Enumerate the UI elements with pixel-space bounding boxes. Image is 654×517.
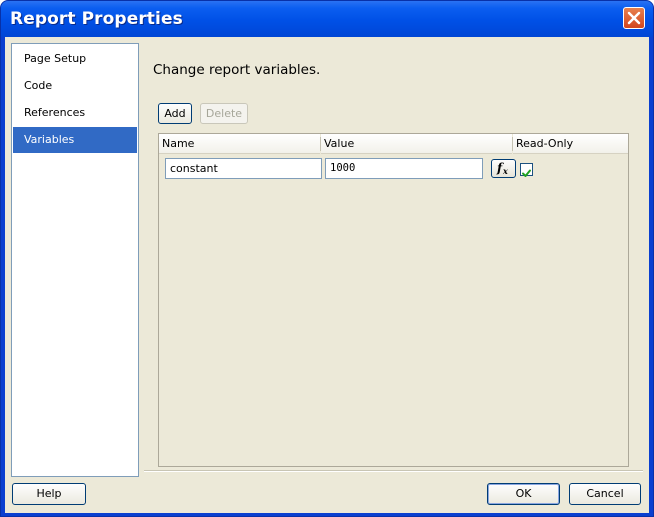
sidebar-item-code[interactable]: Code xyxy=(13,73,137,99)
sidebar-item-page-setup[interactable]: Page Setup xyxy=(13,46,137,72)
column-header-read-only[interactable]: Read-Only xyxy=(513,134,628,154)
window-title: Report Properties xyxy=(10,9,183,29)
close-button[interactable] xyxy=(623,7,645,29)
delete-button[interactable]: Delete xyxy=(200,103,248,124)
sidebar-item-variables[interactable]: Variables xyxy=(13,127,137,153)
read-only-checkbox[interactable] xyxy=(520,163,533,177)
sidebar: Page Setup Code References Variables xyxy=(11,43,139,477)
footer-separator-highlight xyxy=(144,471,643,472)
column-header-value[interactable]: Value xyxy=(321,134,512,154)
page-heading: Change report variables. xyxy=(153,62,321,78)
column-header-name[interactable]: Name xyxy=(159,134,320,154)
checkmark-icon xyxy=(522,169,531,177)
variable-name-field[interactable]: constant xyxy=(165,158,322,179)
ok-button[interactable]: OK xyxy=(487,483,560,505)
title-bar[interactable]: Report Properties xyxy=(1,1,653,37)
report-properties-dialog: Report Properties Page Setup Code Refere… xyxy=(0,0,654,517)
variables-grid: Name Value Read-Only constant 1000 f x xyxy=(158,133,629,467)
add-button[interactable]: Add xyxy=(158,103,192,124)
expression-button[interactable]: f x xyxy=(491,159,516,178)
sidebar-item-references[interactable]: References xyxy=(13,100,137,126)
dialog-body: Page Setup Code References Variables Cha… xyxy=(5,37,649,513)
function-icon: f x xyxy=(496,161,508,176)
svg-text:x: x xyxy=(502,166,508,175)
variable-value-field[interactable]: 1000 xyxy=(325,158,483,179)
close-icon xyxy=(627,11,641,25)
cancel-button[interactable]: Cancel xyxy=(569,483,641,505)
help-button[interactable]: Help xyxy=(12,483,86,505)
